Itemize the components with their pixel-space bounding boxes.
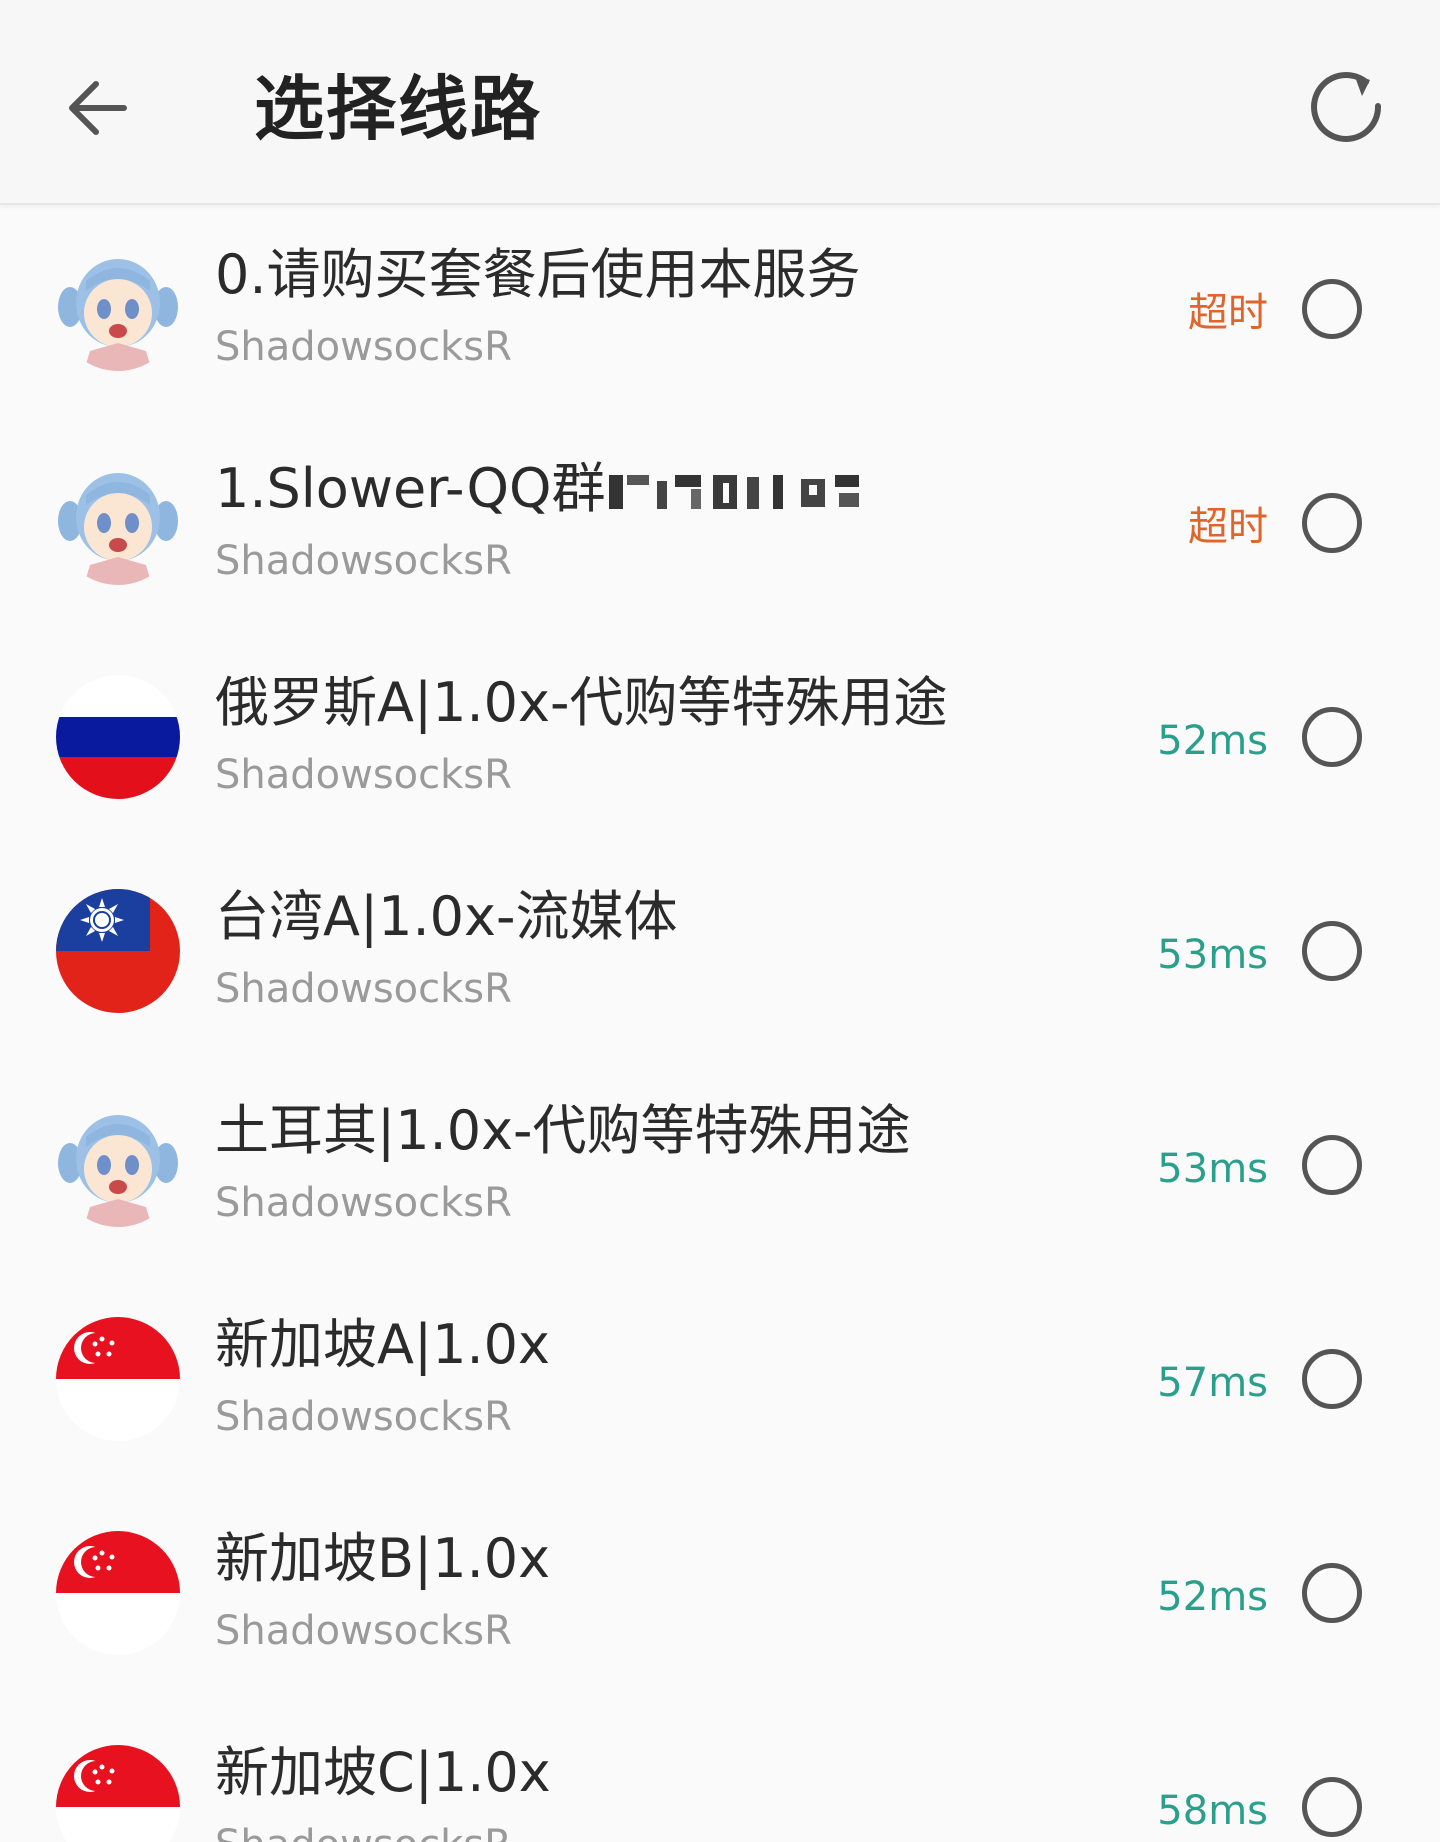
redacted-number — [609, 475, 860, 510]
refresh-icon — [1311, 72, 1382, 142]
select-radio[interactable] — [1302, 279, 1362, 339]
server-row[interactable]: 台湾A|1.0x-流媒体 ShadowsocksR 53ms — [0, 847, 1440, 1061]
back-button[interactable] — [60, 70, 136, 146]
server-row[interactable]: 0.请购买套餐后使用本服务 ShadowsocksR 超时 — [0, 205, 1440, 419]
server-list: 0.请购买套餐后使用本服务 ShadowsocksR 超时 1.Slower-Q… — [0, 205, 1440, 1842]
server-protocol: ShadowsocksR — [215, 752, 512, 798]
server-row[interactable]: 1.Slower-QQ群 ShadowsocksR 超时 — [0, 419, 1440, 633]
server-row[interactable]: 土耳其|1.0x-代购等特殊用途 ShadowsocksR 53ms — [0, 1061, 1440, 1275]
select-radio[interactable] — [1302, 707, 1362, 767]
server-name: 新加坡B|1.0x — [215, 1527, 551, 1590]
latency-label: 超时 — [1188, 290, 1268, 336]
server-protocol: ShadowsocksR — [215, 966, 512, 1012]
latency-label: 53ms — [1157, 1146, 1268, 1192]
server-name-line: 1.Slower-QQ群 — [215, 453, 885, 525]
server-name: 新加坡A|1.0x — [215, 1313, 550, 1376]
select-radio[interactable] — [1302, 493, 1362, 553]
select-radio[interactable] — [1302, 1777, 1362, 1837]
latency-label: 53ms — [1157, 932, 1268, 978]
singapore-flag-icon — [56, 1745, 180, 1842]
latency-label: 52ms — [1157, 1574, 1268, 1620]
latency-label: 58ms — [1157, 1788, 1268, 1834]
russia-flag-icon — [56, 675, 180, 799]
server-row[interactable]: 新加坡B|1.0x ShadowsocksR 52ms — [0, 1489, 1440, 1703]
anime-girl-avatar — [56, 1103, 180, 1227]
server-protocol: ShadowsocksR — [215, 1819, 512, 1842]
select-radio[interactable] — [1302, 1563, 1362, 1623]
select-radio[interactable] — [1302, 921, 1362, 981]
anime-girl-avatar — [56, 247, 180, 371]
singapore-flag-icon — [56, 1531, 180, 1655]
server-name: 台湾A|1.0x-流媒体 — [215, 885, 678, 948]
server-protocol: ShadowsocksR — [215, 1608, 512, 1654]
server-row[interactable]: 新加坡C|1.0x ShadowsocksR 58ms — [0, 1703, 1440, 1842]
latency-label: 52ms — [1157, 718, 1268, 764]
server-protocol: ShadowsocksR — [215, 1394, 512, 1440]
refresh-button[interactable] — [1308, 66, 1388, 146]
server-row[interactable]: 俄罗斯A|1.0x-代购等特殊用途 ShadowsocksR 52ms — [0, 633, 1440, 847]
server-name: 1.Slower-QQ群 — [215, 457, 606, 520]
server-name: 俄罗斯A|1.0x-代购等特殊用途 — [215, 671, 948, 734]
singapore-flag-icon — [56, 1317, 180, 1441]
latency-label: 57ms — [1157, 1360, 1268, 1406]
arrow-left-icon — [69, 81, 127, 135]
server-protocol: ShadowsocksR — [215, 1180, 512, 1226]
latency-label: 超时 — [1188, 504, 1268, 550]
select-radio[interactable] — [1302, 1349, 1362, 1409]
server-row[interactable]: 新加坡A|1.0x ShadowsocksR 57ms — [0, 1275, 1440, 1489]
page-title: 选择线路 — [254, 68, 542, 150]
select-radio[interactable] — [1302, 1135, 1362, 1195]
server-protocol: ShadowsocksR — [215, 324, 512, 370]
taiwan-flag-icon — [56, 889, 180, 1013]
app-bar: 选择线路 — [0, 0, 1440, 205]
server-name: 0.请购买套餐后使用本服务 — [215, 243, 861, 306]
server-protocol: ShadowsocksR — [215, 538, 512, 584]
server-name: 土耳其|1.0x-代购等特殊用途 — [215, 1099, 911, 1162]
server-name: 新加坡C|1.0x — [215, 1741, 551, 1804]
anime-girl-avatar — [56, 461, 180, 585]
